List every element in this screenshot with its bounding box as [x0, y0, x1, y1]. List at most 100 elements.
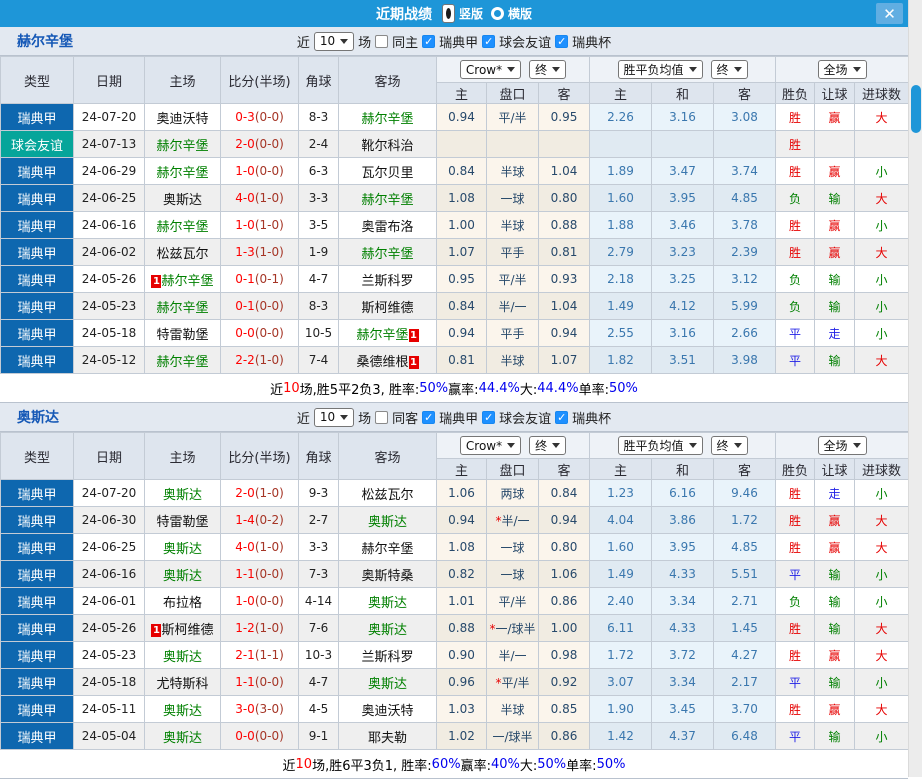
result-cell: 胜 [775, 211, 816, 239]
friendly-checkbox[interactable] [482, 34, 496, 48]
mean-stage-select[interactable]: 终 [710, 60, 748, 79]
mean-stage-select[interactable]: 终 [710, 436, 748, 455]
mean-source-select[interactable]: 胜平负均值 [617, 436, 703, 455]
col-date: 日期 [73, 56, 145, 104]
friendly-label: 球会友谊 [499, 411, 552, 427]
summary-segment: 赢率: [460, 758, 491, 774]
mean-draw-cell: 3.45 [651, 695, 715, 723]
odds-stage-select[interactable]: 终 [529, 60, 567, 79]
score-cell: 2-1(1-1) [220, 641, 299, 669]
odds-stage-select[interactable]: 终 [529, 436, 567, 455]
result-cell: 平 [775, 346, 816, 374]
handicap-cell: 平/半 [486, 587, 539, 615]
goals-result-cell: 小 [854, 587, 910, 615]
handicap-result-cell: 输 [814, 614, 856, 642]
match-date-cell: 24-06-16 [73, 211, 145, 239]
result-cell: 胜 [775, 533, 816, 561]
home-team-cell: 布拉格 [144, 587, 221, 615]
mean-home-cell: 3.07 [589, 668, 653, 696]
friendly-checkbox[interactable] [482, 410, 496, 424]
vertical-view-radio[interactable] [441, 4, 455, 23]
home-team-cell: 1 斯柯维德 [144, 614, 221, 642]
odds-source-select[interactable]: Crow* [459, 60, 522, 79]
match-count-select[interactable]: 10 [313, 31, 355, 51]
handicap-cell: 半球 [486, 695, 539, 723]
chevron-down-icon [507, 443, 516, 448]
match-row: 瑞典甲 24-06-01 布拉格 1-0(0-0) 4-14 奥斯达 1.01 平/半 0.86… [0, 587, 910, 615]
corners-cell: 10-3 [298, 641, 339, 669]
col-type: 类型 [0, 432, 74, 480]
odds-away-cell: 0.85 [537, 695, 591, 723]
summary-segment: 大: [519, 382, 538, 398]
red-card-badge: 1 [408, 328, 419, 342]
scrollbar-thumb[interactable] [911, 85, 921, 133]
goals-result-cell: 大 [854, 641, 910, 669]
mean-home-cell: 1.23 [589, 479, 653, 507]
col-goals: 进球数 [854, 458, 910, 480]
mean-away-cell: 2.17 [713, 668, 777, 696]
handicap-cell: 两球 [486, 479, 539, 507]
mean-away-cell: 5.99 [713, 292, 777, 320]
handicap-result-cell [814, 130, 856, 158]
scope-group-header: 全场 [775, 432, 910, 459]
handicap-result-cell: 输 [814, 346, 856, 374]
corners-cell: 6-3 [298, 157, 339, 185]
match-row: 球会友谊 24-07-13 赫尔辛堡 2-0(0-0) 2-4 靴尔科治 胜 [0, 130, 910, 158]
col-mean-away: 客 [713, 82, 777, 104]
odds-home-cell: 0.84 [436, 157, 487, 185]
summary-segment: 大: [519, 758, 538, 774]
same-venue-checkbox[interactable] [375, 410, 389, 424]
scrollbar-track[interactable] [908, 0, 922, 777]
handicap-cell: 平/半 [486, 265, 539, 293]
handicap-result-cell: 赢 [814, 238, 856, 266]
cup-checkbox[interactable] [555, 34, 569, 48]
handicap-cell: 半球 [486, 211, 539, 239]
mean-away-cell: 5.51 [713, 560, 777, 588]
horizontal-view-radio[interactable] [491, 7, 504, 20]
odds-group-header: Crow* 终 [435, 432, 591, 459]
away-team-cell: 奥斯特桑 [338, 560, 437, 588]
away-team-cell: 赫尔辛堡 [338, 533, 437, 561]
mean-home-cell: 2.79 [589, 238, 653, 266]
mean-draw-cell: 3.72 [651, 641, 715, 669]
mean-draw-cell: 3.95 [651, 533, 715, 561]
scope-select[interactable]: 全场 [817, 436, 867, 455]
games-label: 场 [358, 411, 372, 427]
goals-result-cell: 小 [854, 211, 910, 239]
close-icon[interactable]: ✕ [876, 3, 903, 24]
score-cell: 1-1(0-0) [220, 560, 299, 588]
match-count-select[interactable]: 10 [313, 407, 355, 427]
odds-group-header: Crow* 终 [435, 56, 591, 83]
scope-select[interactable]: 全场 [817, 60, 867, 79]
summary-segment: 单率: [578, 382, 609, 398]
mean-home-cell: 1.49 [589, 560, 653, 588]
score-cell: 0-0(0-0) [220, 319, 299, 347]
league-label: 瑞典甲 [439, 411, 479, 427]
goals-result-cell: 大 [854, 533, 910, 561]
mean-draw-cell: 3.86 [651, 506, 715, 534]
handicap-result-cell: 赢 [814, 506, 856, 534]
odds-source-select[interactable]: Crow* [459, 436, 522, 455]
home-team-cell: 赫尔辛堡 [144, 211, 221, 239]
same-venue-checkbox[interactable] [375, 34, 389, 48]
match-date-cell: 24-05-23 [73, 292, 145, 320]
league-checkbox[interactable] [422, 34, 436, 48]
match-row: 瑞典甲 24-06-25 奥斯达 4-0(1-0) 3-3 赫尔辛堡 1.08 一球 0.80 1… [0, 533, 910, 561]
col-handicap: 盘口 [486, 82, 539, 104]
title-bar: 近期战绩 竖版 横版 ✕ [0, 0, 908, 27]
mean-home-cell: 2.55 [589, 319, 653, 347]
odds-home-cell: 0.94 [436, 103, 487, 131]
odds-away-cell: 0.94 [537, 506, 591, 534]
col-type: 类型 [0, 56, 74, 104]
goals-result-cell: 小 [854, 319, 910, 347]
league-checkbox[interactable] [422, 410, 436, 424]
cup-checkbox[interactable] [555, 410, 569, 424]
score-cell: 2-0(1-0) [220, 479, 299, 507]
away-team-cell: 奥斯达 [338, 614, 437, 642]
mean-home-cell: 6.11 [589, 614, 653, 642]
mean-source-select[interactable]: 胜平负均值 [617, 60, 703, 79]
odds-home-cell: 0.88 [436, 614, 487, 642]
match-date-cell: 24-06-25 [73, 184, 145, 212]
result-cell: 负 [775, 292, 816, 320]
mean-home-cell: 2.26 [589, 103, 653, 131]
